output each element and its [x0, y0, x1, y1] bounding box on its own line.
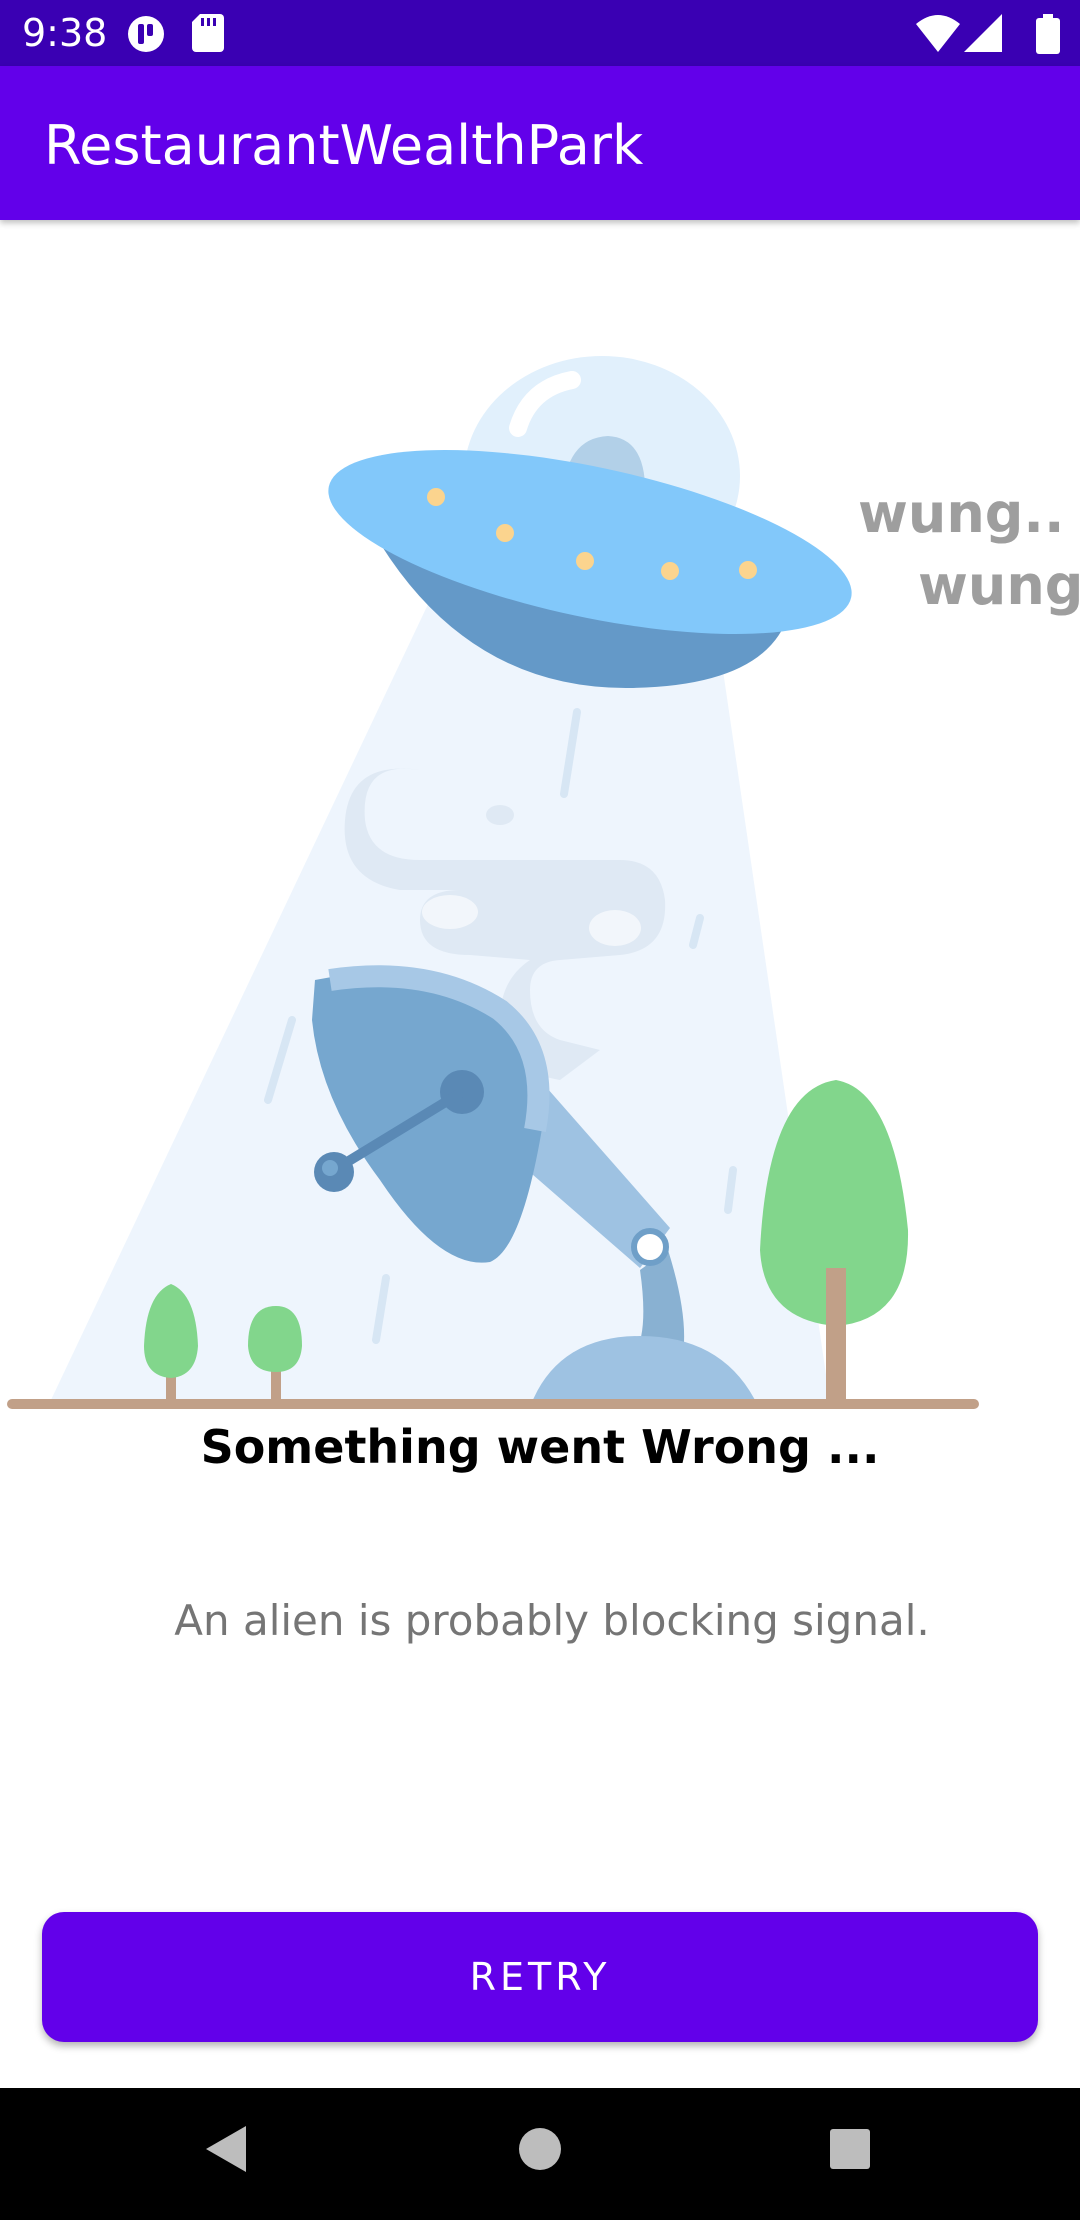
wifi-icon — [916, 14, 960, 57]
app-bar: RestaurantWealthPark — [0, 66, 1080, 220]
cell-signal-icon — [964, 14, 1002, 57]
navigation-bar — [0, 2088, 1080, 2220]
back-icon[interactable] — [204, 2124, 248, 2179]
notification-app-icon — [126, 14, 166, 59]
retry-button[interactable]: RETRY — [42, 1912, 1038, 2042]
wung-text-1: wung.. — [858, 482, 1065, 545]
error-subtitle: An alien is probably blocking signal. — [174, 1596, 930, 1645]
status-time: 9:38 — [22, 11, 108, 55]
app-title: RestaurantWealthPark — [44, 114, 644, 177]
error-title: Something went Wrong ... — [200, 1420, 880, 1474]
home-icon[interactable] — [518, 2124, 562, 2179]
status-bar: 9:38 — [0, 0, 1080, 66]
wung-text-2: wung.. — [918, 554, 1080, 617]
sd-card-icon — [192, 14, 224, 57]
ufo-abduction-illustration: wung.. wung.. — [0, 330, 1080, 1410]
battery-icon — [1036, 14, 1060, 59]
recents-icon[interactable] — [828, 2124, 872, 2179]
